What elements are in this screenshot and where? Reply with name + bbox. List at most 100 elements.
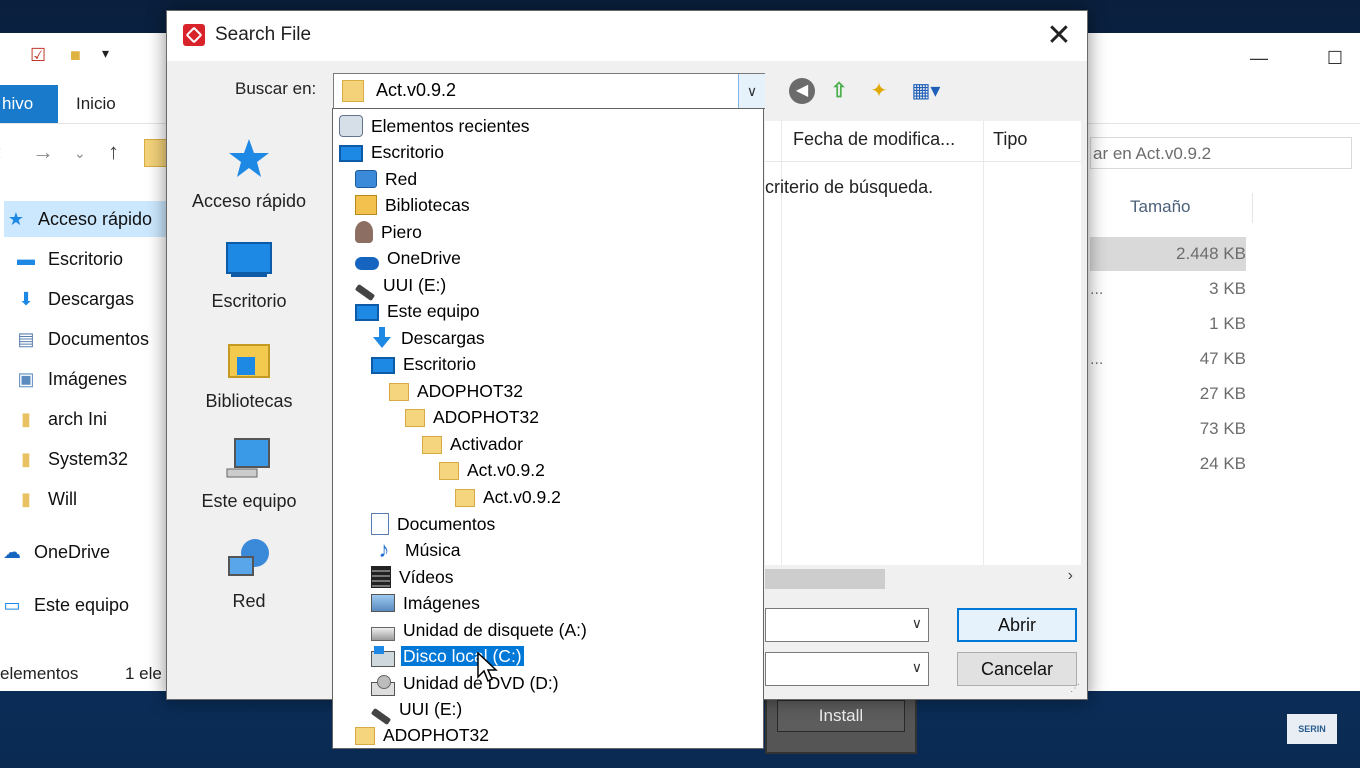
app-logo-icon (183, 24, 205, 46)
nav-item-pictures[interactable]: ▣ Imágenes (14, 361, 127, 397)
pictures-icon: ▣ (17, 369, 35, 389)
dropdown-item-pictures[interactable]: Imágenes (371, 589, 482, 615)
tab-file[interactable]: hivo (0, 85, 58, 123)
place-libraries[interactable]: Bibliotecas (167, 335, 331, 412)
folder-icon (455, 489, 475, 508)
size-cell: 3 KB (1209, 279, 1246, 298)
dropdown-item-folder[interactable]: Act.v0.9.2 (439, 456, 547, 482)
dropdown-item-floppy-a[interactable]: Unidad de disquete (A:) (371, 616, 589, 642)
cancel-button[interactable]: Cancelar (957, 652, 1077, 686)
minimize-icon[interactable]: — (1236, 41, 1282, 75)
documents-icon (371, 513, 389, 536)
dropdown-item-downloads[interactable]: Descargas (371, 324, 487, 350)
local-disk-icon (371, 646, 395, 668)
folder-icon (355, 727, 375, 746)
folder-icon (389, 383, 409, 402)
desktop-icon (339, 144, 363, 162)
dropdown-item-documents[interactable]: Documentos (371, 510, 497, 536)
up-icon[interactable]: ↑ (108, 139, 119, 165)
nav-item-documents[interactable]: ▤ Documentos (14, 321, 149, 357)
dropdown-item-recent[interactable]: Elementos recientes (339, 112, 532, 138)
chevron-down-icon[interactable]: ∨ (912, 615, 922, 632)
column-size-header[interactable]: Tamaño (1130, 193, 1190, 221)
dropdown-item-videos[interactable]: Vídeos (371, 563, 455, 589)
dropdown-item-usb-e[interactable]: UUI (E:) (354, 271, 448, 301)
chevron-down-icon[interactable]: ∨ (912, 659, 922, 676)
tab-home[interactable]: Inicio (76, 85, 116, 123)
dropdown-item-folder[interactable]: Act.v0.9.2 (455, 483, 563, 509)
dropdown-item-folder[interactable]: ADOPHOT32 (389, 377, 525, 403)
folder-icon (342, 80, 364, 102)
file-list-header: Fecha de modifica... Tipo (765, 121, 1081, 162)
resize-grip-icon[interactable]: ⋰ (1070, 683, 1080, 694)
folder-icon (422, 436, 442, 455)
folder-icon: ▮ (21, 409, 31, 429)
recent-locations-icon[interactable]: ⌄ (74, 145, 86, 162)
up-folder-icon[interactable]: ⇧ (825, 77, 853, 105)
nav-item-downloads[interactable]: ⬇ Descargas (14, 281, 134, 317)
mouse-cursor-icon (477, 652, 498, 683)
nav-item-desktop[interactable]: ▬ Escritorio (14, 241, 123, 277)
place-network[interactable]: Red (167, 535, 331, 612)
dropdown-item-folder[interactable]: ADOPHOT32 (355, 721, 491, 747)
documents-icon: ▤ (17, 329, 35, 349)
install-button[interactable]: Install (777, 700, 905, 732)
look-in-value: Act.v0.9.2 (376, 80, 457, 100)
place-this-pc[interactable]: Este equipo (167, 435, 331, 512)
scroll-right-icon[interactable]: › (1068, 567, 1073, 585)
file-list[interactable]: Fecha de modifica... Tipo criterio de bú… (765, 121, 1081, 591)
filetype-combobox[interactable]: ∨ (765, 652, 929, 686)
search-input[interactable]: ar en Act.v0.9.2 (1090, 137, 1352, 169)
nav-item-this-pc[interactable]: ▭ Este equipo (0, 587, 129, 623)
chevron-down-icon[interactable]: ∨ (738, 74, 765, 108)
properties-icon[interactable]: ☑ (30, 45, 46, 66)
back-icon[interactable]: ‹ (0, 139, 1, 165)
filename-combobox[interactable]: ∨ (765, 608, 929, 642)
qat-dropdown-icon[interactable]: ▾ (102, 45, 109, 62)
dropdown-item-dvd-d[interactable]: Unidad de DVD (D:) (371, 669, 561, 697)
dropdown-item-libraries[interactable]: Bibliotecas (355, 191, 472, 217)
scrollbar-thumb[interactable] (765, 569, 885, 589)
star-icon (229, 139, 269, 177)
dropdown-item-onedrive[interactable]: OneDrive (355, 244, 463, 270)
watermark-logo: SERIN (1287, 714, 1337, 744)
size-cell: 27 KB (1199, 384, 1246, 403)
dropdown-item-desktop-folder[interactable]: Escritorio (371, 350, 478, 376)
desktop-icon (371, 356, 395, 374)
nav-item-onedrive[interactable]: ☁ OneDrive (0, 534, 110, 570)
nav-item-will[interactable]: ▮ Will (14, 481, 77, 517)
status-item-count: elementos (0, 664, 79, 683)
address-folder-icon (144, 139, 168, 167)
horizontal-scrollbar[interactable]: › (765, 565, 1081, 591)
place-quick-access[interactable]: Acceso rápido (167, 135, 331, 212)
open-button[interactable]: Abrir (957, 608, 1077, 642)
dropdown-item-user[interactable]: Piero (355, 218, 424, 244)
new-folder-icon[interactable]: ✦ (865, 77, 893, 105)
column-type[interactable]: Tipo (993, 129, 1027, 150)
dropdown-item-this-pc[interactable]: Este equipo (355, 297, 481, 323)
new-folder-icon[interactable]: ■ (70, 45, 81, 66)
this-pc-icon (355, 303, 379, 321)
dropdown-item-usb-e[interactable]: UUI (E:) (370, 695, 464, 725)
dropdown-item-folder[interactable]: Activador (422, 430, 525, 456)
dropdown-item-folder[interactable]: ADOPHOT32 (405, 403, 541, 429)
nav-item-arch-ini[interactable]: ▮ arch Ini (14, 401, 107, 437)
forward-icon[interactable]: → (32, 139, 54, 165)
nav-item-system32[interactable]: ▮ System32 (14, 441, 128, 477)
view-menu-icon[interactable]: ▦▾ (905, 77, 947, 105)
column-modified[interactable]: Fecha de modifica... (793, 129, 955, 150)
nav-item-quick-access[interactable]: ★ Acceso rápido (4, 201, 170, 237)
maximize-icon[interactable]: ☐ (1312, 41, 1358, 75)
dropdown-item-music[interactable]: ♪ Música (371, 536, 462, 562)
explorer-status-bar: elementos 1 ele (0, 659, 170, 689)
back-icon[interactable]: ◀ (789, 78, 815, 104)
explorer-file-columns: Tamaño 2.448 KB ... 3 KB 1 KB ... 47 KB … (1090, 193, 1360, 613)
dropdown-item-local-disk-c[interactable]: Disco local (C:) (371, 642, 525, 668)
dropdown-item-desktop[interactable]: Escritorio (339, 138, 446, 164)
look-in-combobox[interactable]: Act.v0.9.2 ∨ (333, 73, 765, 109)
place-desktop[interactable]: Escritorio (167, 235, 331, 312)
recent-icon (339, 115, 363, 138)
close-icon[interactable]: ✕ (1039, 17, 1079, 55)
dropdown-item-network[interactable]: Red (355, 165, 419, 191)
places-bar: Acceso rápido Escritorio Bibliotecas Est… (167, 121, 331, 621)
